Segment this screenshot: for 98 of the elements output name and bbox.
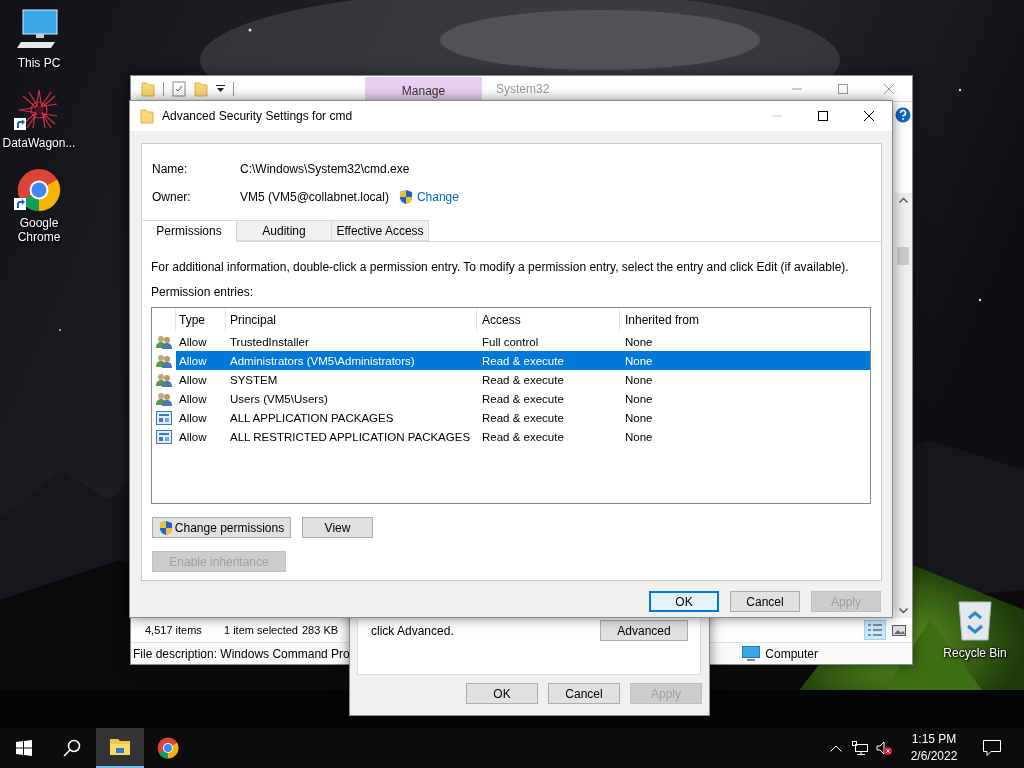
dialog-button[interactable]: Cancel — [730, 591, 800, 612]
scroll-down-icon[interactable] — [898, 608, 908, 614]
table-row[interactable]: Allow TrustedInstaller Full control None — [152, 332, 870, 351]
info-text: For additional information, double-click a permission entry. To modify a permission entry, select the entry and click Edit (if available). — [151, 260, 850, 274]
app-package-icon — [156, 429, 172, 444]
network-icon[interactable] — [852, 741, 868, 755]
scrollbar-thumb[interactable] — [897, 247, 909, 265]
table-cell-text: Users (VM5\Users) — [229, 392, 329, 405]
table-row[interactable]: Allow Users (VM5\Users) Read & execute None — [152, 389, 870, 408]
monitor-icon — [742, 646, 761, 661]
table-cell-text: Allow — [178, 335, 208, 348]
volume-muted-icon[interactable] — [876, 741, 892, 755]
column-header[interactable]: Type — [176, 308, 226, 332]
field-value: C:\Windows\System32\cmd.exe — [240, 162, 410, 176]
chrome-logo-icon[interactable] — [17, 168, 61, 212]
field-label: Name: — [152, 162, 189, 176]
item-count: 4,517 items — [145, 624, 203, 636]
desktop-icon-label[interactable]: Google Chrome — [1, 216, 77, 244]
desktop-icon-label[interactable]: Recycle Bin — [937, 646, 1013, 660]
window-title: System32 — [496, 81, 551, 96]
window-title: Advanced Security Settings for cmd — [162, 109, 354, 123]
desktop-icon-label[interactable]: This PC — [1, 56, 77, 70]
column-header[interactable]: Inherited from — [620, 308, 870, 332]
table-cell-text: ALL APPLICATION PACKAGES — [229, 411, 395, 424]
hint-text: click Advanced. — [371, 623, 455, 638]
chevron-up-icon[interactable] — [830, 744, 842, 752]
taskbar-button[interactable] — [96, 728, 144, 768]
table-cell-text: None — [624, 335, 654, 348]
ribbon-tab[interactable]: Manage — [365, 77, 482, 101]
desktop-icon-label[interactable]: DataWagon... — [1, 136, 77, 150]
table-cell-text: Allow — [178, 411, 208, 424]
table-cell-text: Allow — [178, 354, 208, 367]
table-row[interactable]: Allow SYSTEM Read & execute None — [152, 370, 870, 389]
users-icon — [156, 334, 172, 349]
table-cell-text: None — [624, 430, 654, 443]
table-row[interactable]: Allow ALL APPLICATION PACKAGES Read & execute None — [152, 408, 870, 427]
selection-size: 283 KB — [302, 624, 339, 636]
notification-icon[interactable] — [983, 740, 1001, 756]
column-header[interactable]: Access — [477, 308, 620, 332]
dialog-button[interactable]: OK — [466, 683, 538, 704]
file-explorer-icon — [109, 736, 131, 758]
tab[interactable]: Permissions — [142, 220, 237, 242]
table-cell-text: SYSTEM — [229, 373, 279, 386]
shield-icon — [398, 189, 413, 205]
table-cell-text: Allow — [178, 392, 208, 405]
dropdown-icon[interactable] — [216, 84, 225, 93]
table-cell-text: None — [624, 411, 654, 424]
column-header[interactable]: Principal — [226, 308, 477, 332]
table-row[interactable]: Allow Administrators (VM5\Administrators) Read & execute None — [152, 351, 870, 370]
action-button[interactable]: View — [302, 517, 373, 538]
selection-info: 1 item selected — [224, 624, 298, 636]
dialog-button[interactable]: OK — [649, 591, 719, 612]
change-link[interactable]: Change — [416, 190, 459, 204]
action-button[interactable]: Change permissions — [152, 517, 291, 538]
folder-icon — [140, 108, 154, 124]
search-icon[interactable] — [63, 739, 81, 757]
large-icons-view-icon[interactable] — [892, 624, 906, 636]
clock-time[interactable]: 1:15 PM — [911, 731, 957, 748]
file-description: File description: Windows Command Pro — [133, 646, 350, 661]
table-cell-text: None — [624, 373, 654, 386]
chrome-logo-icon — [157, 737, 179, 759]
users-icon — [156, 353, 172, 368]
folder-icon — [141, 80, 155, 97]
table-cell-text: Read & execute — [481, 392, 565, 405]
scroll-up-icon[interactable] — [898, 197, 908, 203]
close-icon[interactable] — [864, 111, 874, 121]
table-cell-text: Allow — [178, 373, 208, 386]
help-icon[interactable] — [895, 107, 911, 123]
section-label: Permission entries: — [151, 285, 255, 299]
field-label: Owner: — [152, 190, 192, 204]
table-row[interactable]: Allow ALL RESTRICTED APPLICATION PACKAGES Read & execute None — [152, 427, 870, 446]
table-cell-text: Full control — [481, 335, 540, 348]
details-view-icon[interactable] — [868, 624, 882, 636]
tab[interactable]: Auditing — [237, 220, 332, 241]
field-value: VM5 (VM5@collabnet.local) — [240, 190, 389, 204]
users-icon — [156, 372, 172, 387]
scrollbar[interactable] — [894, 193, 912, 618]
table-cell-text: Read & execute — [481, 354, 565, 367]
location-label: Computer — [765, 646, 818, 661]
tab[interactable]: Effective Access — [332, 220, 429, 241]
table-cell-text: Allow — [178, 430, 208, 443]
clock-date[interactable]: 2/6/2022 — [910, 748, 958, 765]
app-package-icon — [156, 410, 172, 425]
table-cell-text: Read & execute — [481, 411, 565, 424]
advanced-button[interactable]: Advanced — [600, 620, 688, 641]
table-cell-text: Read & execute — [481, 430, 565, 443]
table-cell-text: ALL RESTRICTED APPLICATION PACKAGES — [229, 430, 472, 443]
windows-start-icon[interactable] — [16, 740, 32, 756]
table-cell-text: None — [624, 354, 654, 367]
folder-icon — [194, 80, 208, 97]
table-cell-text: TrustedInstaller — [229, 335, 310, 348]
table-cell-text: None — [624, 392, 654, 405]
table-cell-text: Administrators (VM5\Administrators) — [229, 354, 416, 367]
users-icon — [156, 391, 172, 406]
table-cell-text: Read & execute — [481, 373, 565, 386]
dialog-button[interactable]: Cancel — [548, 683, 620, 704]
maximize-icon[interactable] — [818, 111, 828, 121]
properties-icon[interactable] — [172, 80, 186, 97]
